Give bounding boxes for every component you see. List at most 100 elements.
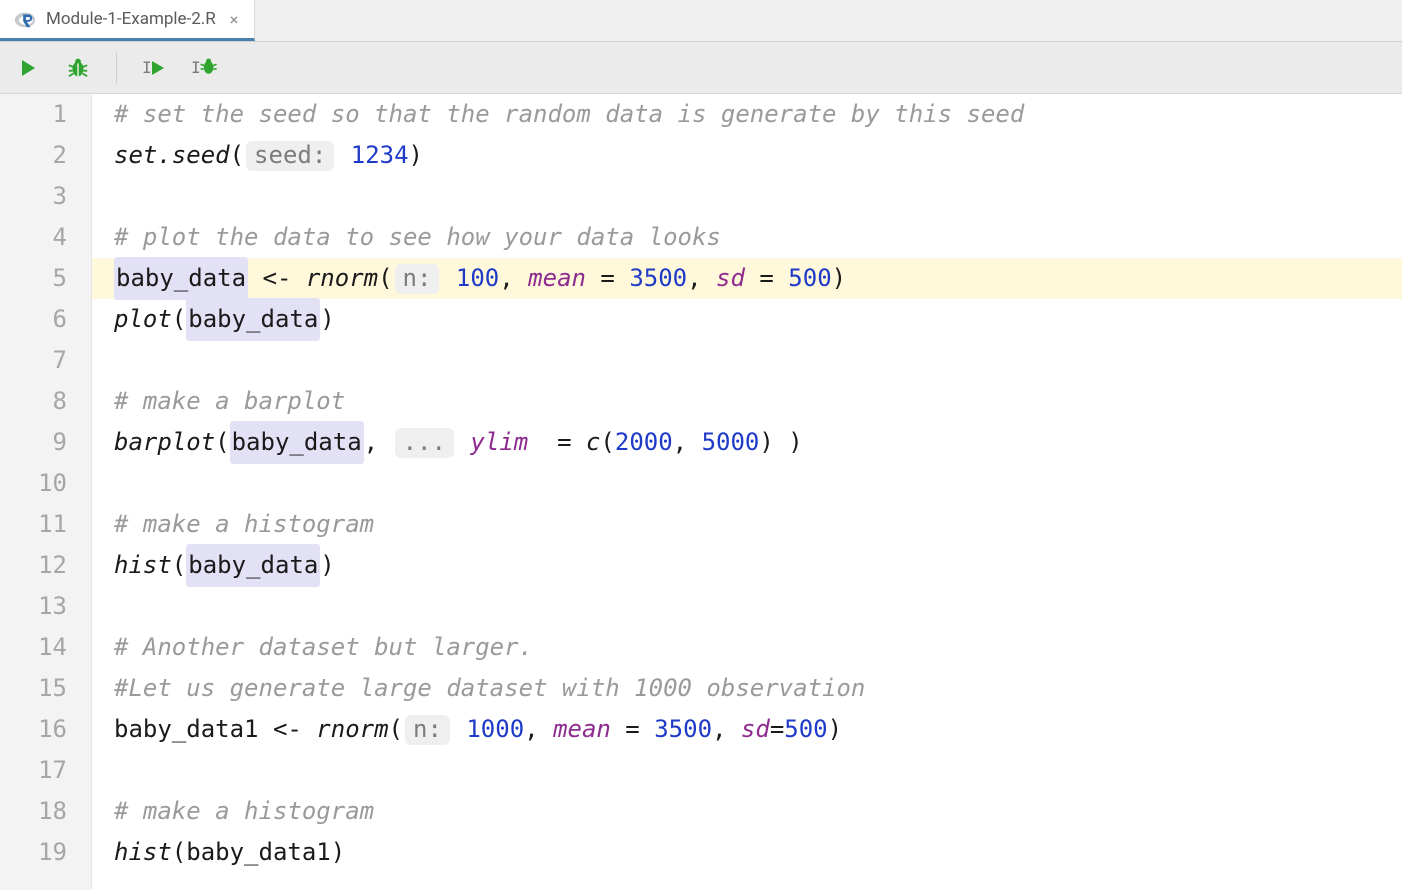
inline-hint: n:	[405, 715, 450, 745]
code-token: <-	[248, 258, 306, 299]
code-line[interactable]: baby_data1 <- rnorm(n: 1000, mean = 3500…	[114, 709, 1402, 750]
highlighted-variable: baby_data	[186, 544, 320, 587]
code-token: (	[215, 422, 229, 463]
code-token: ) )	[759, 422, 802, 463]
debug-button[interactable]	[64, 54, 92, 82]
line-number: 17	[0, 750, 67, 791]
code-token: ,	[687, 258, 716, 299]
code-token: # make a histogram	[114, 791, 374, 832]
code-token: ,	[499, 258, 528, 299]
code-line[interactable]: # set the seed so that the random data i…	[114, 94, 1402, 135]
code-token	[456, 422, 470, 463]
code-line[interactable]: hist(baby_data1)	[114, 832, 1402, 873]
code-token: 5000	[702, 422, 760, 463]
code-token: baby_data1	[186, 832, 331, 873]
code-token: rnorm	[316, 709, 388, 750]
highlighted-variable: baby_data	[186, 298, 320, 341]
code-token	[452, 709, 466, 750]
code-token: c	[586, 422, 600, 463]
toolbar-separator	[116, 53, 117, 83]
code-token: =	[586, 258, 629, 299]
tab-filename: Module-1-Example-2.R	[46, 9, 216, 29]
code-editor[interactable]: 12345678910111213141516171819 # set the …	[0, 94, 1402, 890]
code-line[interactable]: barplot(baby_data, ... ylim = c(2000, 50…	[114, 422, 1402, 463]
code-token: ,	[673, 422, 702, 463]
code-token: plot	[114, 299, 172, 340]
highlighted-variable: baby_data	[230, 421, 364, 464]
line-number: 9	[0, 422, 67, 463]
code-token: sd	[741, 709, 770, 750]
code-token: # set the seed so that the random data i…	[114, 94, 1024, 135]
line-number: 6	[0, 299, 67, 340]
code-line[interactable]: # make a barplot	[114, 381, 1402, 422]
run-button[interactable]	[14, 54, 42, 82]
code-token: hist	[114, 545, 172, 586]
code-token: (	[172, 832, 186, 873]
code-token: 3500	[629, 258, 687, 299]
code-token: <-	[259, 709, 317, 750]
code-token: hist	[114, 832, 172, 873]
code-token: # plot the data to see how your data loo…	[114, 217, 721, 258]
inline-hint: ...	[395, 428, 454, 458]
code-token: 3500	[654, 709, 712, 750]
code-token: 1234	[351, 135, 409, 176]
code-token: ylim	[470, 422, 528, 463]
code-token: mean	[528, 258, 586, 299]
line-number: 2	[0, 135, 67, 176]
line-number: 10	[0, 463, 67, 504]
svg-text:I: I	[191, 58, 201, 77]
code-line[interactable]: # make a histogram	[114, 504, 1402, 545]
code-token: barplot	[114, 422, 215, 463]
code-line[interactable]: hist(baby_data)	[114, 545, 1402, 586]
code-token: (	[230, 135, 244, 176]
code-line[interactable]	[114, 176, 1402, 217]
code-line[interactable]	[114, 586, 1402, 627]
code-token: ,	[364, 422, 393, 463]
code-line[interactable]	[114, 750, 1402, 791]
code-line[interactable]: baby_data <- rnorm(n: 100, mean = 3500, …	[92, 258, 1402, 299]
code-token: 2000	[615, 422, 673, 463]
code-token: (	[389, 709, 403, 750]
inline-hint: n:	[395, 264, 440, 294]
file-tab[interactable]: Module-1-Example-2.R ×	[0, 0, 255, 41]
highlighted-variable: baby_data	[114, 257, 248, 300]
debug-selection-button[interactable]: I	[191, 54, 219, 82]
code-token: 1000	[466, 709, 524, 750]
line-number-gutter: 12345678910111213141516171819	[0, 94, 92, 890]
code-token: 100	[456, 258, 499, 299]
run-selection-button[interactable]: I	[141, 54, 169, 82]
code-token: 500	[788, 258, 831, 299]
line-number: 16	[0, 709, 67, 750]
code-line[interactable]: set.seed(seed: 1234)	[114, 135, 1402, 176]
code-token	[336, 135, 350, 176]
code-area[interactable]: # set the seed so that the random data i…	[92, 94, 1402, 890]
code-token: set.seed	[114, 135, 230, 176]
tab-bar: Module-1-Example-2.R ×	[0, 0, 1402, 42]
code-token: mean	[553, 709, 611, 750]
code-token: (	[172, 545, 186, 586]
code-token: =	[611, 709, 654, 750]
code-token: =	[770, 709, 784, 750]
code-line[interactable]: # plot the data to see how your data loo…	[114, 217, 1402, 258]
code-token: (	[172, 299, 186, 340]
code-token: )	[320, 545, 334, 586]
line-number: 7	[0, 340, 67, 381]
code-token: sd	[716, 258, 745, 299]
code-line[interactable]: # make a histogram	[114, 791, 1402, 832]
code-line[interactable]: #Let us generate large dataset with 1000…	[114, 668, 1402, 709]
line-number: 15	[0, 668, 67, 709]
code-line[interactable]	[114, 463, 1402, 504]
code-token: (	[600, 422, 614, 463]
code-line[interactable]: plot(baby_data)	[114, 299, 1402, 340]
code-line[interactable]	[114, 340, 1402, 381]
line-number: 5	[0, 258, 67, 299]
code-token: )	[409, 135, 423, 176]
line-number: 1	[0, 94, 67, 135]
code-line[interactable]: # Another dataset but larger.	[114, 627, 1402, 668]
line-number: 14	[0, 627, 67, 668]
inline-hint: seed:	[246, 141, 334, 171]
close-icon[interactable]: ×	[226, 10, 243, 29]
line-number: 3	[0, 176, 67, 217]
code-token: )	[320, 299, 334, 340]
code-token: )	[331, 832, 345, 873]
